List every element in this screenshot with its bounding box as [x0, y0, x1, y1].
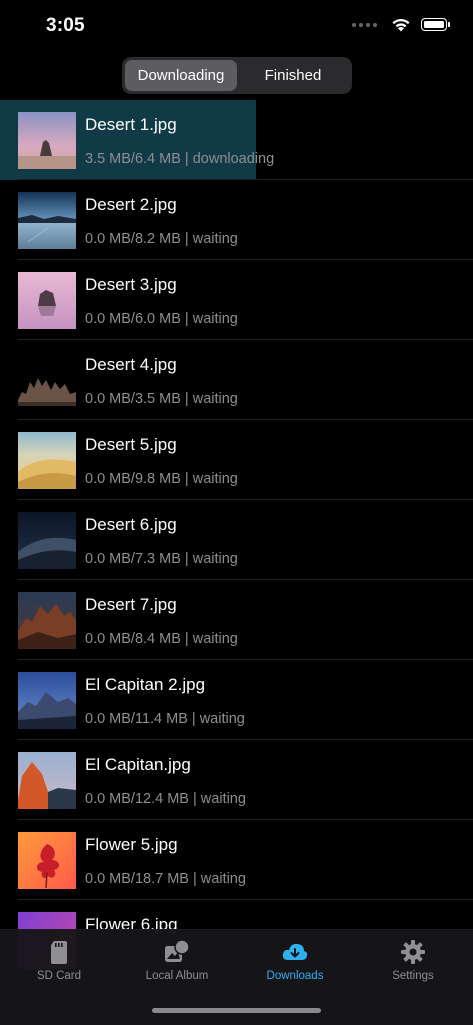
segment-finished[interactable]: Finished	[237, 60, 349, 91]
file-status: 0.0 MB/18.7 MB | waiting	[85, 871, 246, 887]
file-name: Desert 1.jpg	[85, 115, 177, 134]
file-status: 0.0 MB/8.2 MB | waiting	[85, 231, 238, 247]
tab-label: Settings	[392, 970, 434, 982]
file-name: Desert 6.jpg	[85, 515, 177, 534]
home-indicator	[152, 1008, 321, 1013]
tab-label: Local Album	[145, 970, 209, 982]
file-name: Flower 5.jpg	[85, 835, 178, 854]
file-name: Desert 3.jpg	[85, 275, 177, 294]
download-row[interactable]: Desert 7.jpg 0.0 MB/8.4 MB | waiting	[0, 580, 473, 660]
sd-card-icon	[51, 941, 67, 964]
download-row[interactable]: Desert 1.jpg 3.5 MB/6.4 MB | downloading	[0, 100, 473, 180]
file-status: 0.0 MB/8.4 MB | waiting	[85, 631, 238, 647]
file-name: Desert 4.jpg	[85, 355, 177, 374]
file-name: Desert 7.jpg	[85, 595, 177, 614]
download-row[interactable]: Desert 2.jpg 0.0 MB/8.2 MB | waiting	[0, 180, 473, 260]
file-status: 0.0 MB/9.8 MB | waiting	[85, 471, 238, 487]
status-time: 3:05	[46, 15, 85, 36]
file-name: El Capitan 2.jpg	[85, 675, 206, 694]
tab-settings[interactable]: Settings	[354, 930, 472, 990]
download-row[interactable]: Desert 6.jpg 0.0 MB/7.3 MB | waiting	[0, 500, 473, 580]
file-status: 0.0 MB/12.4 MB | waiting	[85, 791, 246, 807]
download-row[interactable]: Desert 3.jpg 0.0 MB/6.0 MB | waiting	[0, 260, 473, 340]
tab-local-album[interactable]: Local Album	[118, 930, 236, 990]
wifi-icon	[392, 18, 410, 32]
thumbnail	[18, 672, 76, 729]
thumbnail	[18, 592, 76, 649]
file-name: Desert 5.jpg	[85, 435, 177, 454]
thumbnail	[18, 112, 76, 169]
segment-downloading[interactable]: Downloading	[125, 60, 237, 91]
photo-album-icon	[165, 939, 190, 962]
thumbnail	[18, 832, 76, 889]
thumbnail	[18, 192, 76, 249]
signal-dots-icon	[352, 22, 377, 27]
file-status: 3.5 MB/6.4 MB | downloading	[85, 151, 275, 167]
status-bar: 3:05	[0, 0, 473, 52]
download-row[interactable]: El Capitan 2.jpg 0.0 MB/11.4 MB | waitin…	[0, 660, 473, 740]
thumbnail	[18, 272, 76, 329]
file-status: 0.0 MB/3.5 MB | waiting	[85, 391, 238, 407]
file-name: El Capitan.jpg	[85, 755, 191, 774]
status-icons	[352, 17, 450, 32]
tab-sd-card[interactable]: SD Card	[0, 930, 118, 990]
download-row[interactable]: Desert 5.jpg 0.0 MB/9.8 MB | waiting	[0, 420, 473, 500]
tab-label: SD Card	[36, 970, 82, 982]
download-row[interactable]: Desert 4.jpg 0.0 MB/3.5 MB | waiting	[0, 340, 473, 420]
download-row[interactable]: Flower 5.jpg 0.0 MB/18.7 MB | waiting	[0, 820, 473, 900]
download-state-segmented-control: Downloading Finished	[122, 57, 352, 94]
thumbnail	[18, 352, 76, 409]
tab-downloads[interactable]: Downloads	[236, 930, 354, 990]
file-name: Desert 2.jpg	[85, 195, 177, 214]
download-list: Desert 1.jpg 3.5 MB/6.4 MB | downloading…	[0, 100, 473, 980]
thumbnail	[18, 432, 76, 489]
download-row[interactable]: El Capitan.jpg 0.0 MB/12.4 MB | waiting	[0, 740, 473, 820]
thumbnail	[18, 512, 76, 569]
cloud-download-icon	[282, 943, 308, 960]
tab-label: Downloads	[266, 970, 324, 982]
file-status: 0.0 MB/11.4 MB | waiting	[85, 711, 245, 727]
battery-icon	[421, 18, 450, 31]
gear-icon	[401, 940, 425, 964]
file-status: 0.0 MB/7.3 MB | waiting	[85, 551, 238, 567]
thumbnail	[18, 752, 76, 809]
file-status: 0.0 MB/6.0 MB | waiting	[85, 311, 238, 327]
